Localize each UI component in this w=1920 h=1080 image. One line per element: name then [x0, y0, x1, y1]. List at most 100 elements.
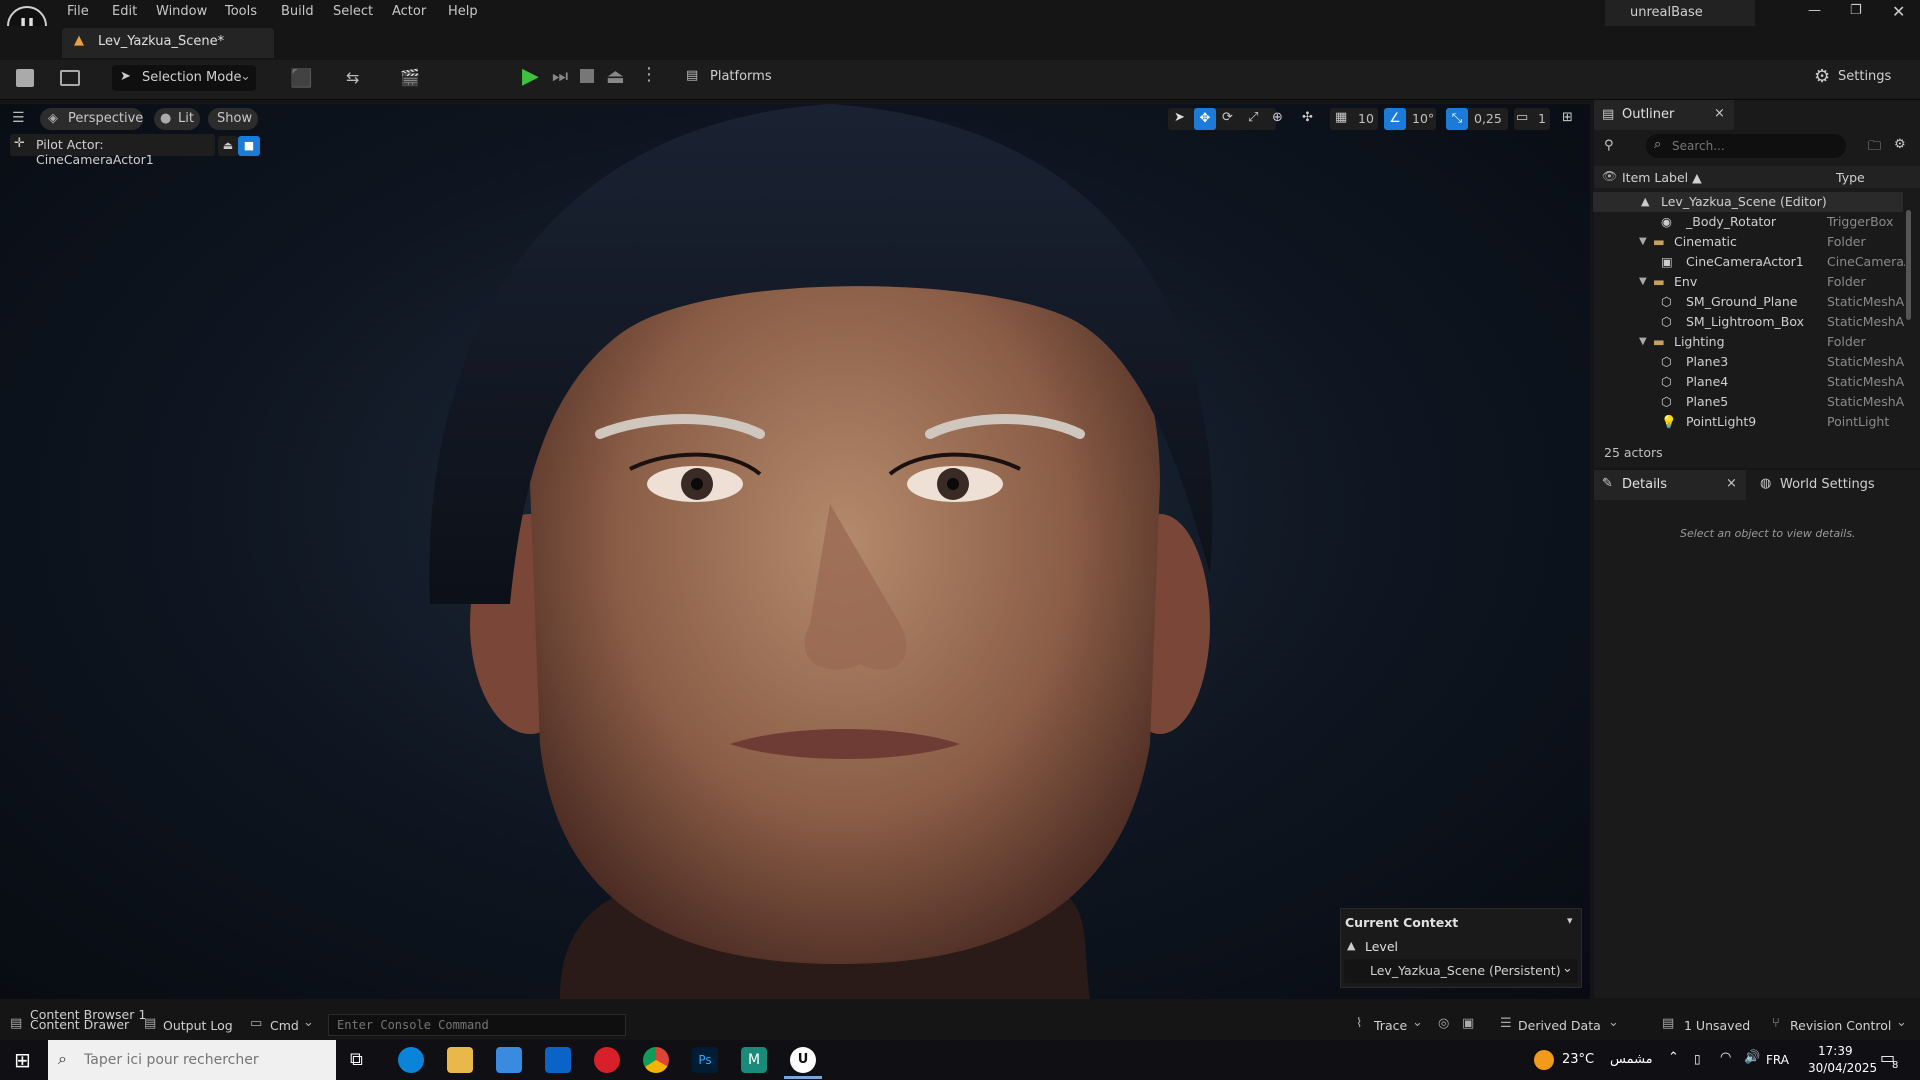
content-drawer-button[interactable]: ▤ Content Browser 1 Content Drawer: [6, 1004, 156, 1040]
col-type[interactable]: Type: [1836, 170, 1865, 185]
expand-arrow-icon[interactable]: ▼: [1639, 232, 1647, 252]
tree-row[interactable]: ◉ _Body_Rotator TriggerBox: [1593, 212, 1903, 232]
derived-data-dropdown[interactable]: ☰ Derived Data ⌄: [1500, 1012, 1624, 1034]
menu-actor[interactable]: Actor: [392, 4, 426, 19]
photoshop-icon[interactable]: Ps: [692, 1047, 718, 1073]
world-settings-tab[interactable]: ◍ World Settings: [1752, 470, 1902, 500]
tree-row[interactable]: ▼ ▬ Env Folder: [1593, 272, 1903, 292]
menu-build[interactable]: Build: [281, 4, 314, 19]
unsaved-button[interactable]: ▤ 1 Unsaved: [1662, 1012, 1754, 1034]
tree-row[interactable]: 💡 PointLight9 PointLight: [1593, 412, 1903, 432]
outliner-scrollbar[interactable]: [1906, 210, 1911, 320]
more-options-icon[interactable]: ⋮: [640, 64, 658, 85]
close-window-icon[interactable]: ✕: [1892, 2, 1905, 21]
content-browser-icon[interactable]: [60, 70, 80, 86]
taskbar-search-input[interactable]: [84, 1050, 324, 1070]
console-input[interactable]: [328, 1014, 626, 1036]
scale-snap-button[interactable]: ⤡ 0,25: [1446, 108, 1508, 130]
expand-arrow-icon[interactable]: ▼: [1639, 272, 1647, 292]
menu-select[interactable]: Select: [333, 4, 373, 19]
chevron-up-icon[interactable]: ⌃: [1668, 1050, 1679, 1065]
tree-row[interactable]: ⬡ Plane5 StaticMeshA: [1593, 392, 1904, 412]
tree-row[interactable]: ⬡ SM_Ground_Plane StaticMeshA: [1593, 292, 1904, 312]
tree-row[interactable]: ⬡ SM_Lightroom_Box StaticMeshA: [1593, 312, 1904, 332]
expand-arrow-icon[interactable]: ▼: [1639, 332, 1647, 352]
cinematics-icon[interactable]: 🎬: [400, 68, 420, 87]
menu-window[interactable]: Window: [156, 4, 207, 19]
selection-mode-dropdown[interactable]: ➤ Selection Mode ⌄: [112, 65, 256, 91]
viewport-layout-icon[interactable]: ⊞: [1562, 110, 1573, 125]
surface-snap-icon[interactable]: ✣: [1302, 110, 1313, 125]
menu-help[interactable]: Help: [448, 4, 478, 19]
tree-row[interactable]: ⬡ Plane3 StaticMeshA: [1593, 352, 1904, 372]
tree-row[interactable]: ▼ ▬ Lighting Folder: [1593, 332, 1903, 352]
context-collapse-icon[interactable]: ▾: [1567, 914, 1573, 927]
save-icon[interactable]: [16, 69, 34, 87]
eject-icon[interactable]: ⏏: [606, 64, 625, 88]
file-explorer-icon[interactable]: [447, 1047, 473, 1073]
add-folder-icon[interactable]: 🗀: [1868, 137, 1881, 159]
outliner-settings-icon[interactable]: ⚙: [1894, 137, 1906, 152]
close-tab-icon[interactable]: ×: [1714, 106, 1725, 121]
minimize-icon[interactable]: —: [1808, 3, 1821, 18]
tree-row[interactable]: ▼ ▬ Cinematic Folder: [1593, 232, 1903, 252]
play-icon[interactable]: ▶: [522, 64, 539, 89]
record-icon[interactable]: ◎: [1438, 1016, 1449, 1031]
level-dropdown[interactable]: Lev_Yazkua_Scene (Persistent) ⌄: [1344, 959, 1578, 983]
outlook-icon[interactable]: [545, 1047, 571, 1073]
camera-lock-icon[interactable]: ■: [238, 136, 260, 156]
clock-time[interactable]: 17:39: [1818, 1044, 1853, 1058]
menu-edit[interactable]: Edit: [112, 4, 137, 19]
opera-icon[interactable]: [594, 1047, 620, 1073]
store-icon[interactable]: [496, 1047, 522, 1073]
trace-dropdown[interactable]: ⌇ Trace ⌄: [1356, 1012, 1426, 1034]
col-item-label[interactable]: Item Label ▲: [1622, 170, 1702, 185]
tree-row[interactable]: ▣ CineCameraActor1 CineCameraA: [1593, 252, 1905, 272]
step-icon[interactable]: ⏭: [552, 66, 568, 87]
translate-tool-icon[interactable]: ✥: [1194, 108, 1216, 130]
perspective-button[interactable]: ◈ Perspective: [40, 108, 143, 130]
outliner-tab[interactable]: ▤ Outliner ×: [1594, 100, 1734, 130]
close-tab-icon[interactable]: ×: [1726, 476, 1737, 491]
menu-tools[interactable]: Tools: [225, 4, 257, 19]
stop-icon[interactable]: [580, 69, 594, 83]
menu-file[interactable]: File: [67, 4, 89, 19]
platforms-dropdown[interactable]: ▤ Platforms: [686, 66, 786, 90]
screenshot-icon[interactable]: ▣: [1462, 1016, 1474, 1031]
level-viewport[interactable]: ☰ ◈ Perspective ● Lit Show ✛ Pilot Actor…: [0, 104, 1590, 999]
chrome-icon[interactable]: [643, 1047, 669, 1073]
eject-pilot-icon[interactable]: ⏏: [218, 136, 238, 156]
taskbar-search[interactable]: ⌕: [48, 1040, 336, 1080]
windows-start-icon[interactable]: ⊞: [14, 1048, 31, 1072]
task-view-icon[interactable]: ⧉: [350, 1049, 363, 1070]
clock-date[interactable]: 30/04/2025: [1808, 1061, 1877, 1075]
volume-icon[interactable]: 🔊: [1744, 1050, 1760, 1065]
select-tool-icon[interactable]: ➤: [1174, 110, 1185, 125]
level-tab[interactable]: ▲ Lev_Yazkua_Scene*: [62, 28, 274, 58]
revision-control-dropdown[interactable]: ⑂ Revision Control ⌄: [1772, 1012, 1910, 1034]
cmd-dropdown[interactable]: ▭ Cmd ⌄: [250, 1012, 320, 1034]
unreal-taskbar-icon[interactable]: U: [790, 1047, 816, 1073]
add-actor-icon[interactable]: ⬛: [290, 68, 312, 89]
weather-temp[interactable]: 23°C: [1562, 1052, 1594, 1067]
wifi-icon[interactable]: ◠: [1720, 1050, 1731, 1065]
output-log-button[interactable]: ▤ Output Log: [144, 1012, 234, 1034]
tree-row[interactable]: ⬡ Plane4 StaticMeshA: [1593, 372, 1904, 392]
hamburger-menu-icon[interactable]: ☰: [12, 110, 25, 126]
details-tab[interactable]: ✎ Details ×: [1594, 470, 1746, 500]
lit-button[interactable]: ● Lit: [154, 108, 200, 130]
world-space-icon[interactable]: ⊕: [1272, 110, 1283, 125]
restore-icon[interactable]: ❐: [1850, 3, 1862, 18]
blueprint-icon[interactable]: ⇆: [346, 68, 359, 87]
edge-icon[interactable]: [398, 1047, 424, 1073]
outliner-search-input[interactable]: [1672, 137, 1822, 155]
rotate-tool-icon[interactable]: ⟳: [1222, 110, 1233, 125]
rotation-snap-button[interactable]: ∠ 10°: [1384, 108, 1436, 130]
grid-snap-button[interactable]: ▦ 10: [1330, 108, 1378, 130]
eye-icon[interactable]: 👁: [1602, 169, 1617, 183]
settings-dropdown[interactable]: ⚙ Settings: [1814, 66, 1914, 90]
show-button[interactable]: Show: [208, 108, 258, 130]
outliner-search[interactable]: ⌕: [1646, 134, 1846, 158]
maya-icon[interactable]: M: [741, 1047, 767, 1073]
camera-speed-button[interactable]: ▭ 1: [1514, 108, 1550, 130]
